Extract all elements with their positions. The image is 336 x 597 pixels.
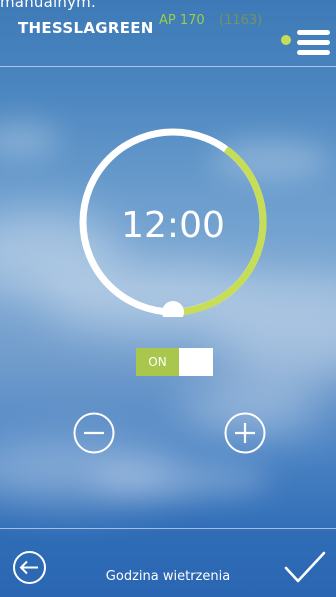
- brand-logo-text: THESSLAGREEN: [18, 19, 154, 37]
- plus-circle-icon[interactable]: [223, 411, 267, 455]
- device-serial: (1163): [219, 13, 263, 28]
- footer-divider: [0, 528, 336, 529]
- hamburger-menu-icon[interactable]: [297, 30, 330, 56]
- screen-title: Godzina wietrzenia: [105, 569, 231, 584]
- device-model: AP 170: [159, 13, 205, 28]
- dial-handle: [162, 301, 184, 317]
- on-off-toggle[interactable]: ON: [136, 348, 213, 376]
- time-value: 12:00: [121, 205, 225, 246]
- arrow-left-circle-icon[interactable]: [12, 550, 47, 585]
- checkmark-icon[interactable]: [283, 551, 327, 585]
- toggle-on-label: ON: [136, 348, 179, 376]
- minus-circle-icon[interactable]: [72, 411, 116, 455]
- top-caption-text: manualnym.: [0, 0, 96, 11]
- header-divider: [0, 66, 336, 67]
- connection-status-dot: [281, 35, 291, 45]
